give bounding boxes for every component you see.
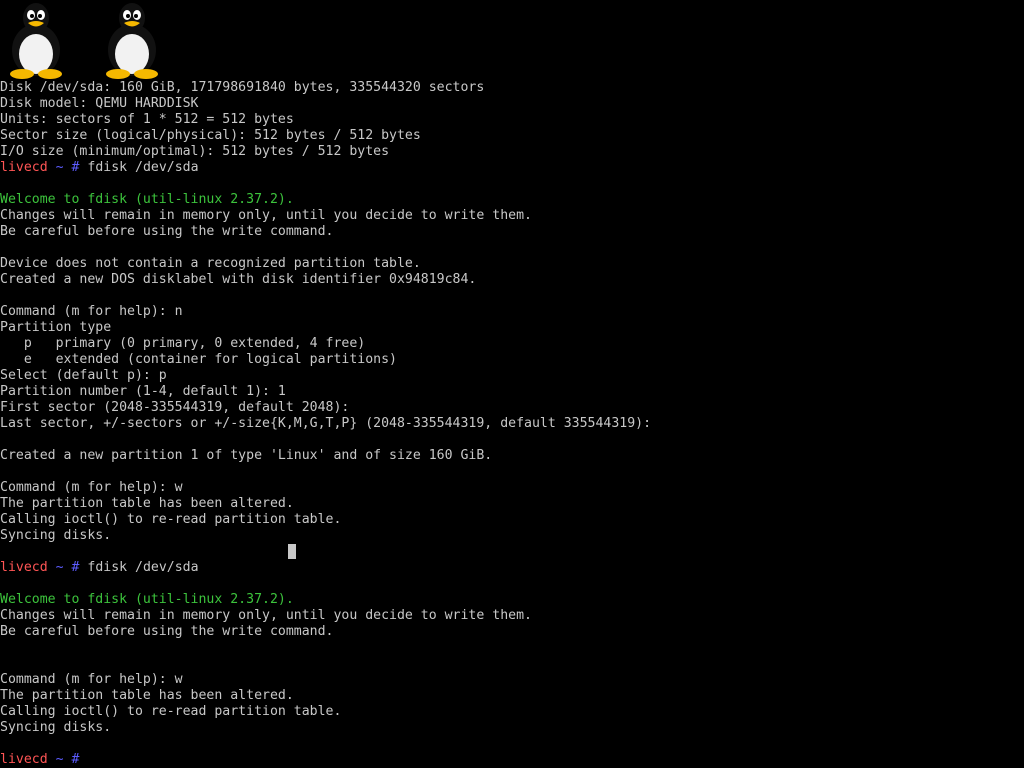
output-line: Command (m for help): w	[0, 480, 183, 495]
shell-prompt-line: livecd ~ # fdisk /dev/sda	[0, 160, 1024, 176]
output-line: Syncing disks.	[0, 528, 112, 543]
output-line: Calling ioctl() to re-read partition tab…	[0, 704, 342, 719]
prompt-directory: ~	[55, 752, 64, 767]
mouse-cursor	[288, 544, 296, 559]
output-line: Disk /dev/sda: 160 GiB, 171798691840 byt…	[0, 80, 485, 95]
output-line: p primary (0 primary, 0 extended, 4 free…	[0, 336, 366, 351]
output-line: First sector (2048-335544319, default 20…	[0, 400, 350, 415]
output-line: I/O size (minimum/optimal): 512 bytes / …	[0, 144, 390, 159]
welcome-line: Welcome to fdisk (util-linux 2.37.2).	[0, 592, 294, 607]
output-line: e extended (container for logical partit…	[0, 352, 397, 367]
prompt-hostname: livecd	[0, 160, 48, 175]
output-line: The partition table has been altered.	[0, 688, 294, 703]
typed-command: fdisk /dev/sda	[79, 560, 199, 575]
output-line: Calling ioctl() to re-read partition tab…	[0, 512, 342, 527]
welcome-line: Welcome to fdisk (util-linux 2.37.2).	[0, 192, 294, 207]
prompt-hostname: livecd	[0, 752, 48, 767]
output-line: Be careful before using the write comman…	[0, 224, 334, 239]
output-line: Sector size (logical/physical): 512 byte…	[0, 128, 421, 143]
output-line: Syncing disks.	[0, 720, 112, 735]
output-line: Units: sectors of 1 * 512 = 512 bytes	[0, 112, 294, 127]
output-line: Created a new DOS disklabel with disk id…	[0, 272, 477, 287]
typed-command	[79, 752, 87, 767]
tux-icon	[10, 3, 62, 79]
shell-prompt-line: livecd ~ #	[0, 752, 1024, 768]
output-line: Select (default p): p	[0, 368, 167, 383]
output-line: Device does not contain a recognized par…	[0, 256, 421, 271]
output-line: Created a new partition 1 of type 'Linux…	[0, 448, 493, 463]
output-line: Changes will remain in memory only, unti…	[0, 208, 532, 223]
output-line: Changes will remain in memory only, unti…	[0, 608, 532, 623]
output-line: Be careful before using the write comman…	[0, 624, 334, 639]
output-line: Command (m for help): w	[0, 672, 183, 687]
output-line: The partition table has been altered.	[0, 496, 294, 511]
shell-prompt-line: livecd ~ # fdisk /dev/sda	[0, 560, 1024, 576]
console-screen[interactable]: Disk /dev/sda: 160 GiB, 171798691840 byt…	[0, 0, 1024, 768]
output-line: Disk model: QEMU HARDDISK	[0, 96, 199, 111]
prompt-directory: ~	[55, 560, 64, 575]
terminal-output[interactable]: Disk /dev/sda: 160 GiB, 171798691840 byt…	[0, 80, 1024, 768]
output-line: Command (m for help): n	[0, 304, 183, 319]
tux-icon	[106, 3, 158, 79]
output-line: Last sector, +/-sectors or +/-size{K,M,G…	[0, 416, 652, 431]
prompt-directory: ~	[55, 160, 64, 175]
output-line: Partition number (1-4, default 1): 1	[0, 384, 286, 399]
output-line: Partition type	[0, 320, 112, 335]
boot-logo-bar	[0, 0, 168, 80]
typed-command: fdisk /dev/sda	[79, 160, 199, 175]
prompt-hostname: livecd	[0, 560, 48, 575]
